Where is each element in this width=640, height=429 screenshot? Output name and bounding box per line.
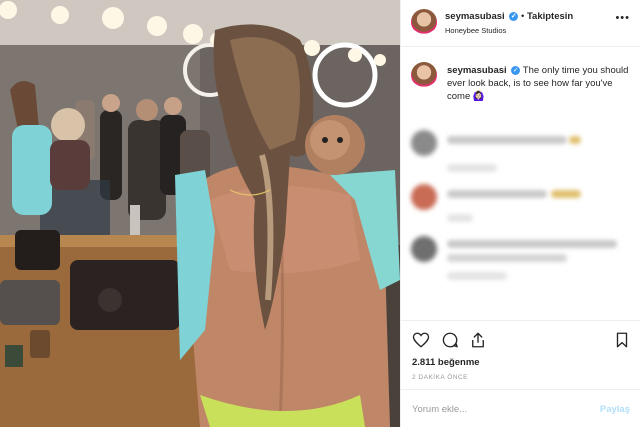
blurred-comment-text: [447, 190, 547, 198]
blurred-comment-text: [447, 136, 567, 144]
likes-count[interactable]: 2.811 beğenme: [412, 357, 480, 368]
post-comment-button[interactable]: Paylaş: [600, 404, 630, 415]
author-header-line: seymasubasi ✓ • Takiptesin: [445, 11, 573, 22]
more-options-icon[interactable]: •••: [615, 12, 630, 24]
comment-icon[interactable]: [441, 331, 459, 349]
post-location[interactable]: Honeybee Studios: [445, 26, 506, 35]
photo-illustration: [0, 0, 400, 427]
blurred-emoji: [569, 136, 581, 144]
verified-badge-icon: ✓: [511, 65, 521, 75]
follow-status-button[interactable]: Takiptesin: [527, 11, 573, 22]
caption-text-block: seymasubasi ✓ The only time you should e…: [447, 64, 635, 103]
blurred-comment-text: [447, 240, 617, 248]
blurred-comment-meta: [447, 214, 473, 222]
verified-badge-icon: ✓: [509, 11, 519, 21]
instagram-post-view: seymasubasi ✓ • Takiptesin Honeybee Stud…: [0, 0, 640, 427]
author-username[interactable]: seymasubasi: [445, 11, 505, 22]
post-header: seymasubasi ✓ • Takiptesin Honeybee Stud…: [401, 0, 640, 47]
post-timestamp[interactable]: 2 DAKİKA ÖNCE: [412, 374, 468, 381]
separator-dot: •: [520, 11, 525, 22]
blurred-emoji: [551, 190, 581, 198]
blurred-comment-avatar: [411, 236, 437, 262]
post-actions: 2.811 beğenme 2 DAKİKA ÖNCE Yorum ekle..…: [401, 320, 640, 428]
blurred-comment-meta: [447, 164, 497, 172]
blurred-comment-meta: [447, 272, 507, 280]
blurred-comment-avatar: [411, 184, 437, 210]
comment-input[interactable]: Yorum ekle...: [412, 404, 467, 415]
heart-icon[interactable]: [412, 331, 430, 349]
blurred-comment-text: [447, 254, 567, 262]
author-avatar[interactable]: [411, 9, 437, 35]
bookmark-icon[interactable]: [613, 331, 631, 349]
caption-username[interactable]: seymasubasi: [447, 65, 507, 76]
post-details-panel: seymasubasi ✓ • Takiptesin Honeybee Stud…: [400, 0, 640, 427]
caption-author-avatar[interactable]: [411, 62, 437, 88]
post-photo[interactable]: [0, 0, 400, 427]
blurred-comment-avatar: [411, 130, 437, 156]
share-icon[interactable]: [469, 331, 487, 349]
add-comment-bar: Yorum ekle... Paylaş: [401, 389, 640, 429]
